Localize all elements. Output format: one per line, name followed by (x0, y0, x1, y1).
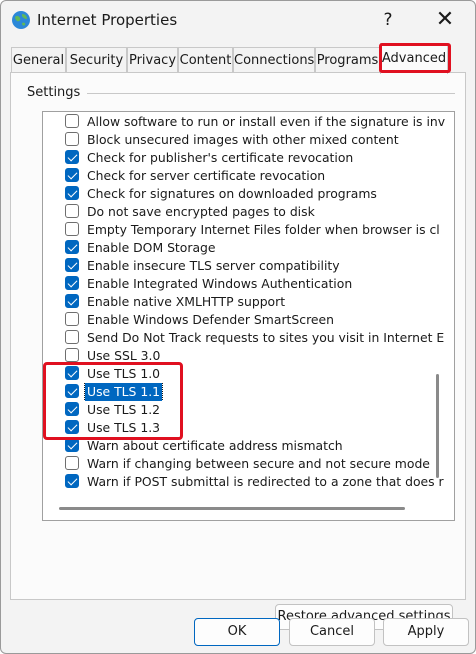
setting-checkbox[interactable] (65, 348, 79, 362)
setting-checkbox[interactable] (65, 456, 79, 470)
setting-label: Block unsecured images with other mixed … (87, 132, 399, 147)
close-button[interactable]: ✕ (427, 5, 463, 35)
title-bar[interactable]: Internet Properties ? ✕ (1, 1, 475, 41)
setting-checkbox[interactable] (65, 258, 79, 272)
setting-label: Enable native XMLHTTP support (87, 294, 286, 309)
setting-item[interactable]: Warn if changing between secure and not … (65, 455, 454, 473)
setting-checkbox[interactable] (65, 204, 79, 218)
setting-label: Do not save encrypted pages to disk (87, 204, 315, 219)
horizontal-scrollbar-thumb[interactable] (59, 507, 405, 510)
setting-checkbox[interactable] (65, 474, 79, 488)
setting-label: Enable DOM Storage (87, 240, 216, 255)
setting-item[interactable]: Enable Integrated Windows Authentication (65, 275, 454, 293)
cancel-button[interactable]: Cancel (289, 618, 375, 646)
tab-general[interactable]: General (11, 47, 66, 73)
setting-checkbox[interactable] (65, 330, 79, 344)
tab-privacy[interactable]: Privacy (127, 47, 178, 73)
window-title: Internet Properties (37, 11, 178, 29)
settings-list[interactable]: Warn if POST submittal is redirected to … (42, 111, 455, 521)
ok-button[interactable]: OK (194, 618, 280, 646)
setting-item[interactable]: Enable Windows Defender SmartScreen (65, 311, 454, 329)
setting-label: Send Do Not Track requests to sites you … (87, 330, 445, 345)
setting-checkbox[interactable] (65, 222, 79, 236)
setting-label: Allow software to run or install even if… (87, 114, 446, 129)
tab-programs[interactable]: Programs (315, 47, 380, 73)
settings-group-label: Settings (27, 85, 81, 100)
setting-checkbox[interactable] (65, 132, 79, 146)
setting-item[interactable]: Check for signatures on downloaded progr… (65, 185, 454, 203)
setting-item[interactable]: Check for publisher's certificate revoca… (65, 149, 454, 167)
tab-content[interactable]: Content (178, 47, 233, 73)
tls-options-highlight (43, 362, 183, 440)
setting-item[interactable]: Allow software to run or install even if… (65, 113, 454, 131)
setting-checkbox[interactable] (65, 168, 79, 182)
setting-checkbox[interactable] (65, 186, 79, 200)
setting-item[interactable]: Block unsecured images with other mixed … (65, 131, 454, 149)
setting-item[interactable]: Enable DOM Storage (65, 239, 454, 257)
setting-item[interactable]: Enable native XMLHTTP support (65, 293, 454, 311)
apply-button[interactable]: Apply (383, 618, 469, 646)
help-button[interactable]: ? (373, 5, 403, 35)
settings-group-divider (87, 93, 455, 94)
tab-connections[interactable]: Connections (233, 47, 315, 73)
setting-checkbox[interactable] (65, 240, 79, 254)
setting-checkbox[interactable] (65, 114, 79, 128)
setting-label: Check for publisher's certificate revoca… (87, 150, 354, 165)
setting-checkbox[interactable] (65, 276, 79, 290)
setting-label: Empty Temporary Internet Files folder wh… (87, 222, 440, 237)
setting-item[interactable]: Warn if POST submittal is redirected to … (65, 473, 454, 491)
setting-checkbox[interactable] (65, 150, 79, 164)
tab-security[interactable]: Security (66, 47, 127, 73)
setting-item[interactable]: Do not save encrypted pages to disk (65, 203, 454, 221)
setting-label: Check for server certificate revocation (87, 168, 326, 183)
advanced-panel: Settings Warn if POST submittal is redir… (10, 72, 466, 630)
setting-item[interactable]: Send Do Not Track requests to sites you … (65, 329, 454, 347)
setting-label: Enable Windows Defender SmartScreen (87, 312, 334, 327)
advanced-tab-highlight (379, 43, 451, 73)
setting-label: Enable Integrated Windows Authentication (87, 276, 353, 291)
setting-label: Warn if POST submittal is redirected to … (87, 474, 444, 489)
vertical-scrollbar-thumb[interactable] (436, 374, 439, 478)
setting-item[interactable]: Check for server certificate revocation (65, 167, 454, 185)
setting-item[interactable]: Enable insecure TLS server compatibility (65, 257, 454, 275)
setting-checkbox[interactable] (65, 438, 79, 452)
setting-checkbox[interactable] (65, 294, 79, 308)
setting-checkbox[interactable] (65, 312, 79, 326)
internet-properties-window: Internet Properties ? ✕ General Security… (0, 0, 476, 654)
setting-item[interactable]: Empty Temporary Internet Files folder wh… (65, 221, 454, 239)
setting-label: Check for signatures on downloaded progr… (87, 186, 377, 201)
globe-icon (12, 11, 30, 29)
setting-label: Enable insecure TLS server compatibility (87, 258, 340, 273)
setting-label: Warn if changing between secure and not … (87, 456, 430, 471)
